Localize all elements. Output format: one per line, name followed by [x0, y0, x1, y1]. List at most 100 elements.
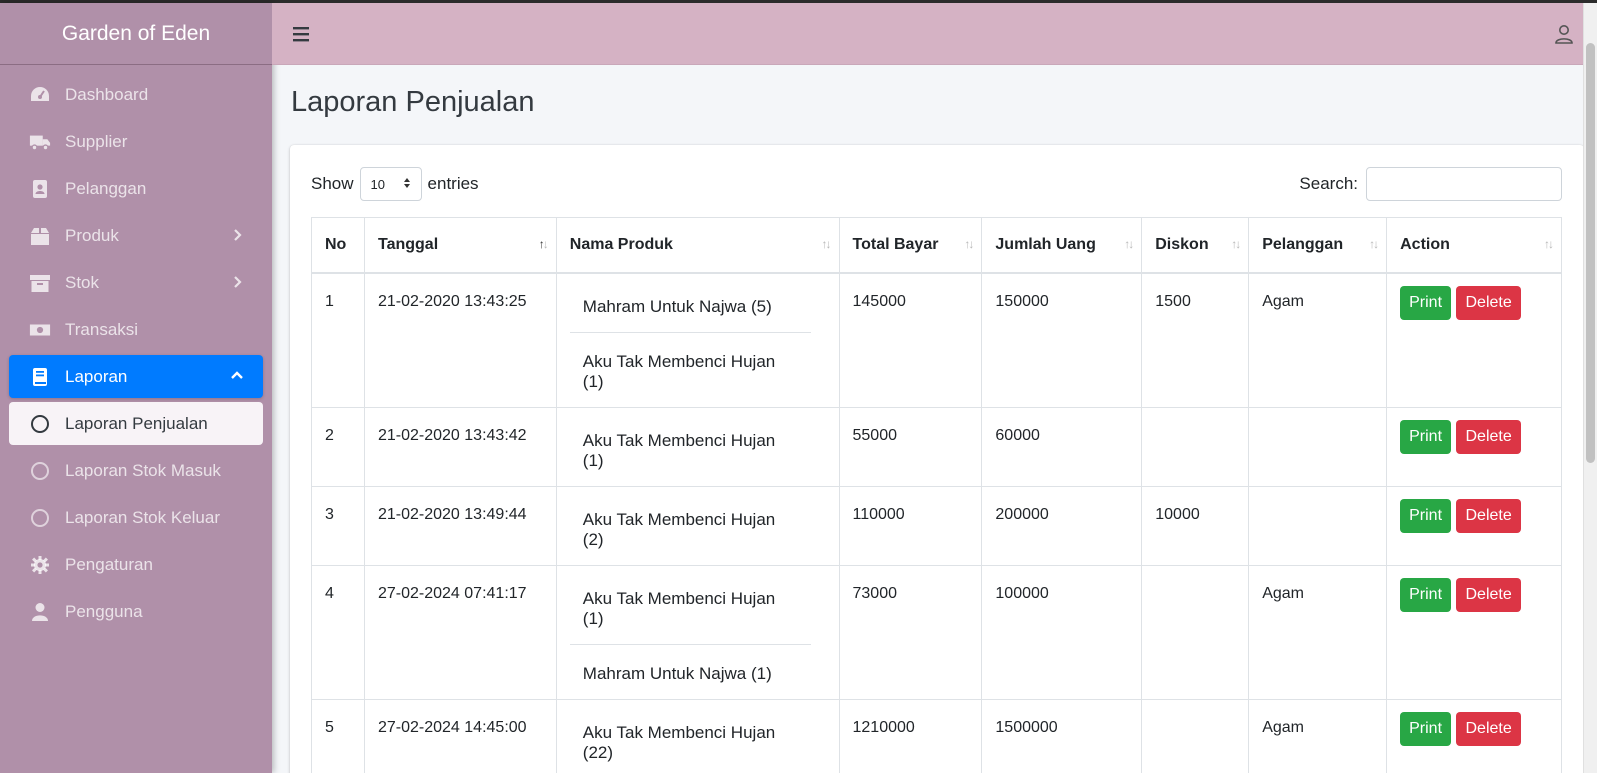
product-list-item: Aku Tak Membenci Hujan (22) — [582, 722, 776, 762]
book-icon — [29, 366, 51, 388]
print-button[interactable]: Print — [1400, 419, 1452, 454]
print-button[interactable]: Print — [1400, 577, 1452, 612]
sidebar-item-laporan-stok-masuk[interactable]: Laporan Stok Masuk — [9, 449, 263, 492]
print-button[interactable]: Print — [1400, 711, 1452, 746]
sidebar-item-laporan-penjualan[interactable]: Laporan Penjualan — [9, 402, 263, 445]
column-header-label: Tanggal — [377, 235, 439, 253]
print-button[interactable]: Print — [1400, 285, 1452, 320]
sort-arrows-icon: ↑↓ — [1544, 237, 1554, 251]
scrollbar-thumb[interactable] — [1586, 43, 1595, 463]
user-account-icon[interactable] — [1553, 23, 1575, 45]
column-header-total-bayar[interactable]: Total Bayar ↑↓ — [838, 217, 983, 274]
cell-no: 1 — [311, 272, 365, 408]
cell-tanggal: 21-02-2020 13:43:25 — [363, 272, 557, 408]
table-row: 1 21-02-2020 13:43:25 Mahram Untuk Najwa (… — [311, 272, 1562, 408]
cell-diskon — [1141, 698, 1250, 773]
column-header-label: Pelanggan — [1262, 235, 1344, 253]
column-header-tanggal[interactable]: Tanggal ↑↓ — [363, 217, 557, 274]
sidebar-item-dashboard[interactable]: Dashboard — [9, 73, 263, 116]
sidebar-item-laporan[interactable]: Laporan — [9, 355, 263, 398]
top-navbar — [272, 3, 1597, 65]
column-header-no[interactable]: No — [311, 217, 365, 274]
cell-total-bayar: 1210000 — [838, 698, 983, 773]
print-button[interactable]: Print — [1400, 498, 1452, 533]
brand-title[interactable]: Garden of Eden — [0, 3, 272, 65]
money-bill-icon — [29, 319, 51, 341]
cell-jumlah-uang: 60000 — [981, 406, 1143, 487]
column-header-label: No — [325, 235, 347, 253]
sort-arrows-icon: ↑↓ — [1369, 237, 1379, 251]
table-body: 1 21-02-2020 13:43:25 Mahram Untuk Najwa (… — [311, 272, 1562, 773]
sidebar-item-label: Pengaturan — [65, 554, 153, 574]
sidebar-item-label: Laporan Stok Keluar — [65, 507, 220, 527]
column-header-diskon[interactable]: Diskon ↑↓ — [1141, 217, 1250, 274]
cell-tanggal: 21-02-2020 13:43:42 — [363, 406, 557, 487]
cell-diskon: 10000 — [1141, 485, 1250, 566]
search-label: Search: — [1299, 174, 1358, 193]
delete-button[interactable]: Delete — [1456, 711, 1521, 746]
report-card: Show 10 entries Search: No Tanggal ↑↓ Nama … — [290, 145, 1584, 773]
sidebar-item-pengaturan[interactable]: Pengaturan — [9, 543, 263, 586]
table-row: 2 21-02-2020 13:43:42 Aku Tak Membenci Huj… — [311, 406, 1562, 487]
column-header-label: Nama Produk — [569, 235, 673, 253]
sidebar-item-produk[interactable]: Produk — [9, 214, 263, 257]
table-row: 3 21-02-2020 13:49:44 Aku Tak Membenci Huj… — [311, 485, 1562, 566]
delete-button[interactable]: Delete — [1456, 577, 1521, 612]
sidebar-item-pelanggan[interactable]: Pelanggan — [9, 167, 263, 210]
cell-total-bayar: 73000 — [838, 564, 983, 700]
circle-icon — [29, 507, 51, 529]
product-list: Aku Tak Membenci Hujan (22) — [570, 710, 811, 773]
column-header-label: Action — [1400, 235, 1450, 253]
user-icon — [29, 601, 51, 623]
product-list-item: Mahram Untuk Najwa (5) — [582, 296, 772, 316]
sidebar-item-laporan-stok-keluar[interactable]: Laporan Stok Keluar — [9, 496, 263, 539]
cell-pelanggan: Agam — [1248, 272, 1388, 408]
cell-pelanggan: Agam — [1248, 698, 1388, 773]
cell-nama-produk: Aku Tak Membenci Hujan (1) — [555, 406, 840, 487]
sidebar-item-label: Laporan Penjualan — [65, 413, 208, 433]
delete-button[interactable]: Delete — [1456, 419, 1521, 454]
cell-pelanggan — [1248, 485, 1388, 566]
chevron-right-icon — [229, 227, 245, 243]
cell-jumlah-uang: 200000 — [981, 485, 1143, 566]
column-header-jumlah-uang[interactable]: Jumlah Uang ↑↓ — [981, 217, 1143, 274]
sort-arrows-icon: ↑↓ — [1231, 237, 1241, 251]
cell-action: Print Delete — [1386, 698, 1562, 773]
cell-diskon: 1500 — [1141, 272, 1250, 408]
cell-no: 2 — [311, 406, 365, 487]
page-scrollbar[interactable] — [1583, 3, 1597, 773]
search-input[interactable] — [1366, 167, 1562, 201]
sidebar-item-label: Produk — [65, 225, 119, 245]
sidebar-item-stok[interactable]: Stok — [9, 261, 263, 304]
show-entries-control: Show 10 entries — [311, 167, 479, 201]
box-icon — [29, 225, 51, 247]
cell-tanggal: 21-02-2020 13:49:44 — [363, 485, 557, 566]
column-header-label: Diskon — [1155, 235, 1209, 253]
sidebar-item-label: Laporan — [65, 366, 128, 386]
cell-no: 3 — [311, 485, 365, 566]
search-control: Search: — [1299, 167, 1562, 201]
cell-total-bayar: 110000 — [838, 485, 983, 566]
sort-arrows-icon: ↑↓ — [1124, 237, 1134, 251]
circle-icon — [29, 413, 51, 435]
cell-tanggal: 27-02-2024 07:41:17 — [363, 564, 557, 700]
column-header-nama-produk[interactable]: Nama Produk ↑↓ — [555, 217, 840, 274]
product-list-item: Aku Tak Membenci Hujan (2) — [582, 509, 776, 549]
entries-select[interactable]: 10 — [359, 167, 422, 201]
sort-arrows-icon: ↑↓ — [538, 237, 549, 251]
column-header-action[interactable]: Action ↑↓ — [1386, 217, 1562, 274]
cell-action: Print Delete — [1386, 564, 1562, 700]
cell-jumlah-uang: 100000 — [981, 564, 1143, 700]
cell-pelanggan: Agam — [1248, 564, 1388, 700]
delete-button[interactable]: Delete — [1456, 498, 1521, 533]
hamburger-menu-icon[interactable] — [292, 25, 310, 43]
column-header-pelanggan[interactable]: Pelanggan ↑↓ — [1248, 217, 1388, 274]
delete-button[interactable]: Delete — [1456, 285, 1521, 320]
sidebar: Garden of Eden Dashboard Supplier Pelangga… — [0, 3, 272, 773]
sidebar-item-transaksi[interactable]: Transaksi — [9, 308, 263, 351]
sidebar-item-supplier[interactable]: Supplier — [9, 120, 263, 163]
sidebar-item-label: Supplier — [65, 131, 128, 151]
entries-value: 10 — [370, 176, 385, 192]
sidebar-item-pengguna[interactable]: Pengguna — [9, 590, 263, 633]
sidebar-item-label: Transaksi — [65, 319, 139, 339]
